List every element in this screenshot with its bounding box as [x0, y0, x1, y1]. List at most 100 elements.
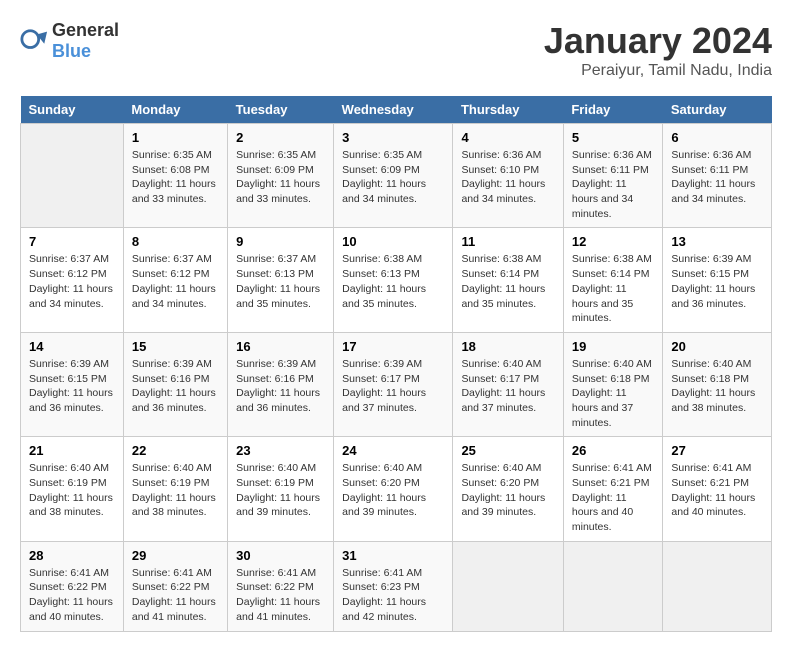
- sunset: Sunset: 6:21 PM: [671, 477, 749, 489]
- sunset: Sunset: 6:20 PM: [461, 477, 539, 489]
- day-detail: Sunrise: 6:38 AM Sunset: 6:14 PM Dayligh…: [572, 252, 655, 325]
- daylight: Daylight: 11 hours and 42 minutes.: [342, 596, 426, 623]
- sunset: Sunset: 6:22 PM: [29, 581, 107, 593]
- day-detail: Sunrise: 6:38 AM Sunset: 6:14 PM Dayligh…: [461, 252, 554, 311]
- calendar-cell: 22 Sunrise: 6:40 AM Sunset: 6:19 PM Dayl…: [123, 437, 227, 541]
- sunset: Sunset: 6:22 PM: [132, 581, 210, 593]
- day-number: 20: [671, 339, 763, 354]
- sunset: Sunset: 6:10 PM: [461, 164, 539, 176]
- subtitle: Peraiyur, Tamil Nadu, India: [544, 62, 772, 80]
- sunrise: Sunrise: 6:39 AM: [671, 253, 751, 265]
- calendar-cell: [453, 541, 563, 631]
- sunrise: Sunrise: 6:41 AM: [671, 462, 751, 474]
- day-number: 29: [132, 548, 219, 563]
- sunrise: Sunrise: 6:40 AM: [572, 358, 652, 370]
- daylight: Daylight: 11 hours and 36 minutes.: [132, 387, 216, 414]
- sunset: Sunset: 6:14 PM: [461, 268, 539, 280]
- day-number: 28: [29, 548, 115, 563]
- logo-blue: Blue: [52, 41, 91, 61]
- logo-text: General Blue: [52, 20, 119, 62]
- sunrise: Sunrise: 6:36 AM: [572, 149, 652, 161]
- day-number: 30: [236, 548, 325, 563]
- day-number: 18: [461, 339, 554, 354]
- daylight: Daylight: 11 hours and 36 minutes.: [236, 387, 320, 414]
- calendar-cell: 1 Sunrise: 6:35 AM Sunset: 6:08 PM Dayli…: [123, 124, 227, 228]
- calendar-cell: 31 Sunrise: 6:41 AM Sunset: 6:23 PM Dayl…: [334, 541, 453, 631]
- sunrise: Sunrise: 6:37 AM: [132, 253, 212, 265]
- daylight: Daylight: 11 hours and 34 minutes.: [671, 178, 755, 205]
- day-detail: Sunrise: 6:41 AM Sunset: 6:22 PM Dayligh…: [132, 566, 219, 625]
- calendar-cell: 16 Sunrise: 6:39 AM Sunset: 6:16 PM Dayl…: [228, 332, 334, 436]
- sunrise: Sunrise: 6:41 AM: [342, 567, 422, 579]
- day-number: 12: [572, 234, 655, 249]
- sunset: Sunset: 6:13 PM: [342, 268, 420, 280]
- calendar-cell: 28 Sunrise: 6:41 AM Sunset: 6:22 PM Dayl…: [21, 541, 124, 631]
- header-row: Sunday Monday Tuesday Wednesday Thursday…: [21, 96, 772, 124]
- calendar-cell: 13 Sunrise: 6:39 AM Sunset: 6:15 PM Dayl…: [663, 228, 772, 332]
- day-detail: Sunrise: 6:39 AM Sunset: 6:15 PM Dayligh…: [671, 252, 763, 311]
- sunrise: Sunrise: 6:38 AM: [461, 253, 541, 265]
- sunrise: Sunrise: 6:39 AM: [29, 358, 109, 370]
- calendar-cell: 8 Sunrise: 6:37 AM Sunset: 6:12 PM Dayli…: [123, 228, 227, 332]
- sunrise: Sunrise: 6:36 AM: [671, 149, 751, 161]
- day-number: 9: [236, 234, 325, 249]
- day-number: 19: [572, 339, 655, 354]
- daylight: Daylight: 11 hours and 33 minutes.: [236, 178, 320, 205]
- calendar-cell: 12 Sunrise: 6:38 AM Sunset: 6:14 PM Dayl…: [563, 228, 663, 332]
- header: General Blue January 2024 Peraiyur, Tami…: [20, 20, 772, 80]
- col-sunday: Sunday: [21, 96, 124, 124]
- sunrise: Sunrise: 6:38 AM: [342, 253, 422, 265]
- daylight: Daylight: 11 hours and 36 minutes.: [29, 387, 113, 414]
- sunrise: Sunrise: 6:35 AM: [132, 149, 212, 161]
- logo-icon: [20, 27, 48, 55]
- day-number: 22: [132, 443, 219, 458]
- day-number: 26: [572, 443, 655, 458]
- calendar-cell: 19 Sunrise: 6:40 AM Sunset: 6:18 PM Dayl…: [563, 332, 663, 436]
- daylight: Daylight: 11 hours and 39 minutes.: [461, 492, 545, 519]
- day-number: 11: [461, 234, 554, 249]
- daylight: Daylight: 11 hours and 41 minutes.: [132, 596, 216, 623]
- day-detail: Sunrise: 6:41 AM Sunset: 6:21 PM Dayligh…: [572, 461, 655, 534]
- day-number: 17: [342, 339, 444, 354]
- calendar-cell: 6 Sunrise: 6:36 AM Sunset: 6:11 PM Dayli…: [663, 124, 772, 228]
- daylight: Daylight: 11 hours and 37 minutes.: [342, 387, 426, 414]
- daylight: Daylight: 11 hours and 40 minutes.: [671, 492, 755, 519]
- sunrise: Sunrise: 6:40 AM: [461, 462, 541, 474]
- sunset: Sunset: 6:17 PM: [461, 373, 539, 385]
- daylight: Daylight: 11 hours and 39 minutes.: [342, 492, 426, 519]
- calendar-week-5: 28 Sunrise: 6:41 AM Sunset: 6:22 PM Dayl…: [21, 541, 772, 631]
- calendar-week-1: 1 Sunrise: 6:35 AM Sunset: 6:08 PM Dayli…: [21, 124, 772, 228]
- sunset: Sunset: 6:15 PM: [29, 373, 107, 385]
- daylight: Daylight: 11 hours and 40 minutes.: [572, 492, 633, 533]
- day-number: 10: [342, 234, 444, 249]
- daylight: Daylight: 11 hours and 35 minutes.: [572, 283, 633, 324]
- calendar-cell: 14 Sunrise: 6:39 AM Sunset: 6:15 PM Dayl…: [21, 332, 124, 436]
- calendar-week-2: 7 Sunrise: 6:37 AM Sunset: 6:12 PM Dayli…: [21, 228, 772, 332]
- calendar-week-4: 21 Sunrise: 6:40 AM Sunset: 6:19 PM Dayl…: [21, 437, 772, 541]
- sunrise: Sunrise: 6:36 AM: [461, 149, 541, 161]
- daylight: Daylight: 11 hours and 34 minutes.: [132, 283, 216, 310]
- day-detail: Sunrise: 6:41 AM Sunset: 6:23 PM Dayligh…: [342, 566, 444, 625]
- sunset: Sunset: 6:19 PM: [132, 477, 210, 489]
- sunrise: Sunrise: 6:40 AM: [132, 462, 212, 474]
- day-number: 31: [342, 548, 444, 563]
- calendar-cell: 27 Sunrise: 6:41 AM Sunset: 6:21 PM Dayl…: [663, 437, 772, 541]
- calendar-cell: 25 Sunrise: 6:40 AM Sunset: 6:20 PM Dayl…: [453, 437, 563, 541]
- daylight: Daylight: 11 hours and 38 minutes.: [671, 387, 755, 414]
- sunset: Sunset: 6:16 PM: [132, 373, 210, 385]
- day-detail: Sunrise: 6:40 AM Sunset: 6:20 PM Dayligh…: [461, 461, 554, 520]
- day-detail: Sunrise: 6:41 AM Sunset: 6:22 PM Dayligh…: [236, 566, 325, 625]
- title-area: January 2024 Peraiyur, Tamil Nadu, India: [544, 20, 772, 80]
- sunset: Sunset: 6:08 PM: [132, 164, 210, 176]
- sunset: Sunset: 6:22 PM: [236, 581, 314, 593]
- calendar-cell: 15 Sunrise: 6:39 AM Sunset: 6:16 PM Dayl…: [123, 332, 227, 436]
- sunrise: Sunrise: 6:37 AM: [29, 253, 109, 265]
- day-detail: Sunrise: 6:38 AM Sunset: 6:13 PM Dayligh…: [342, 252, 444, 311]
- calendar-cell: 9 Sunrise: 6:37 AM Sunset: 6:13 PM Dayli…: [228, 228, 334, 332]
- day-number: 3: [342, 130, 444, 145]
- sunset: Sunset: 6:20 PM: [342, 477, 420, 489]
- sunset: Sunset: 6:14 PM: [572, 268, 650, 280]
- day-number: 27: [671, 443, 763, 458]
- sunrise: Sunrise: 6:41 AM: [132, 567, 212, 579]
- day-number: 5: [572, 130, 655, 145]
